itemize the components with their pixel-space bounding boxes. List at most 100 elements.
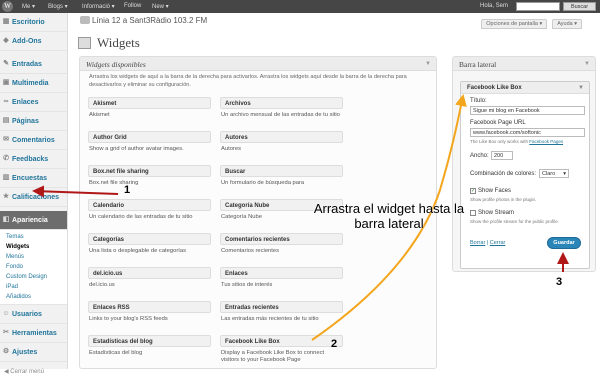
collapse-label: Cerrar menú (10, 369, 44, 375)
menu-label: Encuestas (12, 175, 48, 182)
widget-title[interactable]: Categorías (88, 233, 211, 245)
widget-header[interactable]: Facebook Like Box ▼ (461, 82, 589, 94)
widget-title[interactable]: Autores (220, 131, 343, 143)
widget-title[interactable]: Archivos (220, 97, 343, 109)
available-widgets-title[interactable]: Widgets disponibles (80, 57, 436, 71)
follow-menu[interactable]: Follow (124, 3, 141, 9)
howdy-user[interactable]: Hola, Sem (480, 3, 508, 9)
submenu-anadidos[interactable]: Añadidos (0, 292, 67, 302)
wordpress-logo-icon[interactable]: W (2, 1, 13, 12)
blogs-menu[interactable]: Blogs ▾ (48, 3, 68, 10)
admin-sidebar: ▦ Escritorio ◆ Add-Ons ✎ Entradas ▣ Multimed… (0, 13, 68, 375)
menu-enlaces[interactable]: ∞ Enlaces (0, 93, 67, 112)
page-url-input[interactable]: www.facebook.com/softonic (470, 128, 585, 137)
show-faces-checkbox[interactable]: ✓ (470, 188, 476, 194)
title-input[interactable]: Sigue mi blog en Facebook (470, 106, 585, 115)
widget-title[interactable]: Entradas recientes (220, 301, 343, 313)
widget-title[interactable]: Box.net file sharing (88, 165, 211, 177)
menu-apariencia[interactable]: ◧ Apariencia (0, 211, 67, 230)
menu-entradas[interactable]: ✎ Entradas (0, 55, 67, 74)
help-button[interactable]: Ayuda ▾ (552, 19, 582, 29)
close-link[interactable]: Cerrar (490, 240, 506, 246)
available-widget[interactable]: del.icio.us del.icio.us (88, 267, 211, 292)
available-widget[interactable]: Enlaces RSS Links to your blog's RSS feed… (88, 301, 211, 326)
menu-escritorio[interactable]: ▦ Escritorio (0, 13, 67, 32)
menu-addons[interactable]: ◆ Add-Ons (0, 32, 67, 51)
submenu-custom-design[interactable]: Custom Design (0, 272, 67, 282)
menu-label: Páginas (12, 118, 39, 125)
drag-instruction-text: Arrastra el widget hasta la barra latera… (313, 201, 465, 231)
menu-ajustes[interactable]: ⚙ Ajustes (0, 343, 67, 362)
expand-arrow-icon[interactable]: ▼ (578, 84, 584, 92)
collapse-menu-button[interactable]: ◀ Cerrar menú (0, 368, 67, 375)
submenu-ipad[interactable]: iPad (0, 282, 67, 292)
menu-comentarios[interactable]: ✉ Comentarios (0, 131, 67, 150)
menu-encuestas[interactable]: ▥ Encuestas (0, 169, 67, 188)
available-widget[interactable]: Categorías Una lista o desplegable de cat… (88, 233, 211, 258)
screen-options-button[interactable]: Opciones de pantalla ▾ (481, 19, 548, 29)
menu-calificaciones[interactable]: ★ Calificaciones (0, 188, 67, 207)
available-widget[interactable]: Buscar Un formulario de búsqueda para (220, 165, 343, 190)
width-label: Ancho: (470, 153, 489, 159)
admin-search-button[interactable]: Buscar (563, 2, 596, 11)
available-widget[interactable]: Enlaces Tus sitios de interés (220, 267, 343, 292)
show-faces-hint: Show profile photos in the plugin. (470, 197, 537, 202)
sidebar-widget-area: Barra lateral ▼ Facebook Like Box ▼ Títul… (452, 56, 596, 272)
menu-usuarios[interactable]: ☺ Usuarios (0, 305, 67, 324)
poll-icon: ▥ (2, 174, 10, 181)
widget-description: Comentarios recientes (221, 248, 279, 254)
collapse-caret-icon[interactable]: ▼ (425, 61, 431, 67)
widget-title[interactable]: Enlaces RSS (88, 301, 211, 313)
widgets-page-icon (78, 37, 91, 49)
available-widget[interactable]: Akismet Akismet (88, 97, 211, 122)
widget-title[interactable]: Facebook Like Box (220, 335, 343, 347)
available-widget[interactable]: Estadísticas del blog Estadísticas del bl… (88, 335, 211, 360)
delete-link[interactable]: Borrar (470, 240, 485, 246)
widget-name: Facebook Like Box (467, 85, 522, 91)
me-menu[interactable]: Me ▾ (22, 3, 35, 10)
widget-title[interactable]: Calendario (88, 199, 211, 211)
sidebar-area-title[interactable]: Barra lateral (453, 57, 595, 71)
widget-title[interactable]: Enlaces (220, 267, 343, 279)
available-widget[interactable]: Archivos Un archivo mensual de las entrad… (220, 97, 343, 122)
widget-title[interactable]: Author Grid (88, 131, 211, 143)
available-widget[interactable]: Calendario Un calendario de las entradas … (88, 199, 211, 224)
available-widget[interactable]: Comentarios recientes Comentarios recient… (220, 233, 343, 258)
menu-label: Comentarios (12, 137, 55, 144)
info-menu[interactable]: Informació ▾ (82, 3, 115, 10)
submenu-fondo[interactable]: Fondo (0, 262, 67, 272)
show-stream-checkbox[interactable] (470, 210, 476, 216)
collapse-caret-icon[interactable]: ▼ (584, 61, 590, 67)
submenu-widgets[interactable]: Widgets (0, 242, 67, 252)
menu-label: Apariencia (12, 217, 48, 224)
site-title[interactable]: Línia 12 a Sant3Ràdio 103.2 FM (92, 16, 207, 25)
menu-label: Add-Ons (12, 38, 42, 45)
comment-icon: ✉ (3, 136, 9, 143)
available-widget[interactable]: Entradas recientes Las entradas más recie… (220, 301, 343, 326)
available-widget[interactable]: Facebook Like Box Display a Facebook Like… (220, 335, 343, 368)
widget-title[interactable]: Estadísticas del blog (88, 335, 211, 347)
show-stream-label: Show Stream (478, 210, 515, 216)
available-widget[interactable]: Box.net file sharing Box.net file sharing (88, 165, 211, 190)
admin-search-input[interactable] (516, 2, 560, 11)
menu-multimedia[interactable]: ▣ Multimedia (0, 74, 67, 93)
widget-title[interactable]: del.icio.us (88, 267, 211, 279)
menu-herramientas[interactable]: ✂ Herramientas (0, 324, 67, 343)
widget-title[interactable]: Buscar (220, 165, 343, 177)
widget-title[interactable]: Akismet (88, 97, 211, 109)
hint-text: The Like Box only works with (470, 139, 529, 144)
available-widget[interactable]: Autores Autores (220, 131, 343, 156)
submenu-menus[interactable]: Menús (0, 252, 67, 262)
submenu-temas[interactable]: Temas (0, 232, 67, 242)
widget-description: Links to your blog's RSS feeds (89, 316, 168, 322)
menu-label: Feedbacks (12, 156, 49, 163)
widget-title[interactable]: Comentarios recientes (220, 233, 343, 245)
color-scheme-select[interactable]: Claro ▾ (539, 169, 569, 178)
menu-feedbacks[interactable]: ✆ Feedbacks (0, 150, 67, 169)
new-menu[interactable]: New ▾ (152, 3, 169, 10)
menu-paginas[interactable]: ▤ Páginas (0, 112, 67, 131)
available-widget[interactable]: Author Grid Show a grid of author avatar … (88, 131, 211, 156)
width-input[interactable]: 200 (491, 151, 513, 160)
facebook-pages-link[interactable]: Facebook Pages (529, 139, 563, 144)
save-button[interactable]: Guardar (547, 237, 581, 249)
